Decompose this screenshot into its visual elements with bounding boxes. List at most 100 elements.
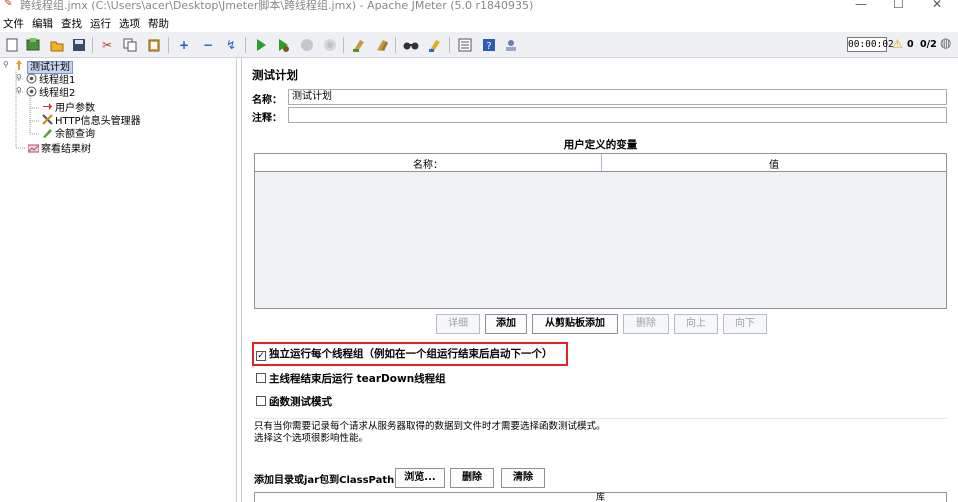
tree-toggle-icon[interactable]: ⚲ <box>16 86 22 95</box>
minimize-icon[interactable]: — <box>855 0 867 11</box>
collapse-icon[interactable]: − <box>199 36 217 54</box>
checkbox-label: 主线程结束后运行 tearDown线程组 <box>269 373 446 385</box>
tree-node-header-manager[interactable]: HTTP信息头管理器 <box>42 114 141 127</box>
functional-test-mode-checkbox[interactable]: 函数测试模式 <box>256 394 332 410</box>
reset-search-icon[interactable] <box>426 36 444 54</box>
expand-icon[interactable]: + <box>175 36 193 54</box>
menu-file[interactable]: 文件 <box>3 16 24 31</box>
tree-node-user-parameters[interactable]: 用户参数 <box>42 101 95 114</box>
preprocessor-icon <box>42 101 53 112</box>
run-thread-groups-consecutively-checkbox[interactable]: ✓ 独立运行每个线程组（例如在一个组运行结束后启动下一个） <box>256 346 553 362</box>
tree-node-test-plan[interactable]: 测试计划 <box>14 60 73 74</box>
clear-icon[interactable] <box>350 36 368 54</box>
window-title: 跨线程组.jmx (C:\Users\acer\Desktop\Jmeter脚本… <box>20 0 534 12</box>
maximize-icon[interactable]: ☐ <box>893 0 904 11</box>
remote-icon[interactable] <box>502 36 520 54</box>
tree-node-label: 余额查询 <box>55 129 95 140</box>
listener-chart-icon <box>27 142 40 153</box>
toolbar-separator <box>245 37 246 53</box>
delete-button[interactable]: 删除 <box>623 314 669 334</box>
help-icon[interactable]: ? <box>480 36 498 54</box>
start-no-pause-icon[interactable] <box>274 36 292 54</box>
browse-button[interactable]: 浏览... <box>395 468 445 488</box>
search-icon[interactable] <box>402 36 420 54</box>
checkbox-label: 函数测试模式 <box>269 396 332 408</box>
new-icon[interactable] <box>3 36 21 54</box>
menu-options[interactable]: 选项 <box>119 16 140 31</box>
tree-node-balance-query[interactable]: 余额查询 <box>42 127 95 140</box>
name-field[interactable]: 测试计划 <box>288 89 947 105</box>
table-header: 名称： 值 <box>255 154 946 172</box>
user-defined-variables-table[interactable]: 名称： 值 <box>254 153 947 309</box>
function-helper-icon[interactable] <box>456 36 474 54</box>
start-icon[interactable] <box>252 36 270 54</box>
tree-node-label: 线程组2 <box>39 88 76 99</box>
tree-toggle-icon[interactable]: ⚲ <box>3 60 9 69</box>
test-plan-icon <box>14 60 25 71</box>
classpath-column-header: 库 <box>595 493 605 502</box>
add-from-clipboard-button[interactable]: 从剪贴板添加 <box>532 314 618 334</box>
menu-run[interactable]: 运行 <box>90 16 111 31</box>
detail-button[interactable]: 详细 <box>436 314 480 334</box>
warning-count: 0 <box>907 39 914 50</box>
open-icon[interactable] <box>48 36 66 54</box>
save-icon[interactable] <box>70 36 88 54</box>
elapsed-timer: 00:00:02 <box>847 37 894 52</box>
shutdown-icon[interactable] <box>321 36 339 54</box>
tree-node-results-tree[interactable]: 察看结果树 <box>27 142 91 155</box>
checkbox-checked-icon: ✓ <box>256 351 266 361</box>
templates-icon[interactable] <box>24 36 42 54</box>
toolbar-separator <box>168 37 169 53</box>
stop-icon[interactable] <box>298 36 316 54</box>
toolbar-separator <box>449 37 450 53</box>
tree-toggle-icon[interactable]: ⚲ <box>16 73 22 82</box>
paste-icon[interactable] <box>145 36 163 54</box>
config-tool-icon <box>42 114 53 125</box>
tree-node-label: HTTP信息头管理器 <box>55 116 141 127</box>
classpath-table[interactable]: 库 <box>254 492 947 502</box>
tree-node-label: 用户参数 <box>55 103 95 114</box>
sampler-pen-icon <box>42 127 53 138</box>
add-button[interactable]: 添加 <box>485 314 527 334</box>
toolbar-separator <box>395 37 396 53</box>
test-plan-tree: ⚲ 测试计划 ⚲ 线程组1 ⚲ 线程组2 用户参数 HTTP信息头管理器 余额查… <box>0 58 237 502</box>
menu-help[interactable]: 帮助 <box>148 16 169 31</box>
menu-search[interactable]: 查找 <box>61 16 82 31</box>
menu-bar: 文件 编辑 查找 运行 选项 帮助 <box>0 14 958 32</box>
menu-edit[interactable]: 编辑 <box>32 16 53 31</box>
tree-node-label: 察看结果树 <box>41 144 91 155</box>
comment-label: 注释： <box>252 113 282 124</box>
thread-group-gear-icon <box>26 73 37 84</box>
column-header-name[interactable]: 名称： <box>255 156 601 171</box>
close-icon[interactable]: ✕ <box>932 0 942 11</box>
clear-all-icon[interactable] <box>373 36 391 54</box>
panel-title: 测试计划 <box>252 68 298 82</box>
move-down-button[interactable]: 向下 <box>723 314 767 334</box>
note-line: 选择这个选项很影响性能。 <box>254 433 369 444</box>
move-up-button[interactable]: 向上 <box>674 314 718 334</box>
user-defined-variables-title: 用户定义的变量 <box>563 139 638 151</box>
classpath-delete-button[interactable]: 删除 <box>450 468 494 488</box>
jmeter-feather-icon: ✎ <box>4 0 13 9</box>
toolbar-separator <box>343 37 344 53</box>
warning-icon[interactable]: ⚠ <box>892 37 903 51</box>
tree-node-thread-group-2[interactable]: 线程组2 <box>26 86 75 99</box>
cut-icon[interactable]: ✂ <box>98 36 116 54</box>
toolbar-separator <box>92 37 93 53</box>
column-header-value[interactable]: 值 <box>602 156 946 171</box>
title-bar: ✎ 跨线程组.jmx (C:\Users\acer\Desktop\Jmeter… <box>0 0 958 14</box>
checkbox-unchecked-icon <box>256 396 266 406</box>
toggle-icon[interactable]: ↯ <box>222 36 240 54</box>
test-plan-panel: 测试计划 名称： 测试计划 注释： 用户定义的变量 名称： 值 详细 添加 从剪… <box>241 58 958 502</box>
checkbox-label: 独立运行每个线程组（例如在一个组运行结束后启动下一个） <box>269 348 553 360</box>
classpath-label: 添加目录或jar包到ClassPath <box>254 475 395 486</box>
classpath-clear-button[interactable]: 清除 <box>501 468 545 488</box>
run-teardown-checkbox[interactable]: 主线程结束后运行 tearDown线程组 <box>256 371 446 387</box>
copy-icon[interactable] <box>121 36 139 54</box>
tree-node-thread-group-1[interactable]: 线程组1 <box>26 73 75 86</box>
note-line: 只有当你需要记录每个请求从服务器取得的数据到文件时才需要选择函数测试模式。 <box>254 421 606 432</box>
name-label: 名称： <box>252 95 282 106</box>
comment-field[interactable] <box>288 107 947 123</box>
status-indicator-icon: ◍ <box>940 36 952 51</box>
tree-node-label: 线程组1 <box>39 75 76 86</box>
